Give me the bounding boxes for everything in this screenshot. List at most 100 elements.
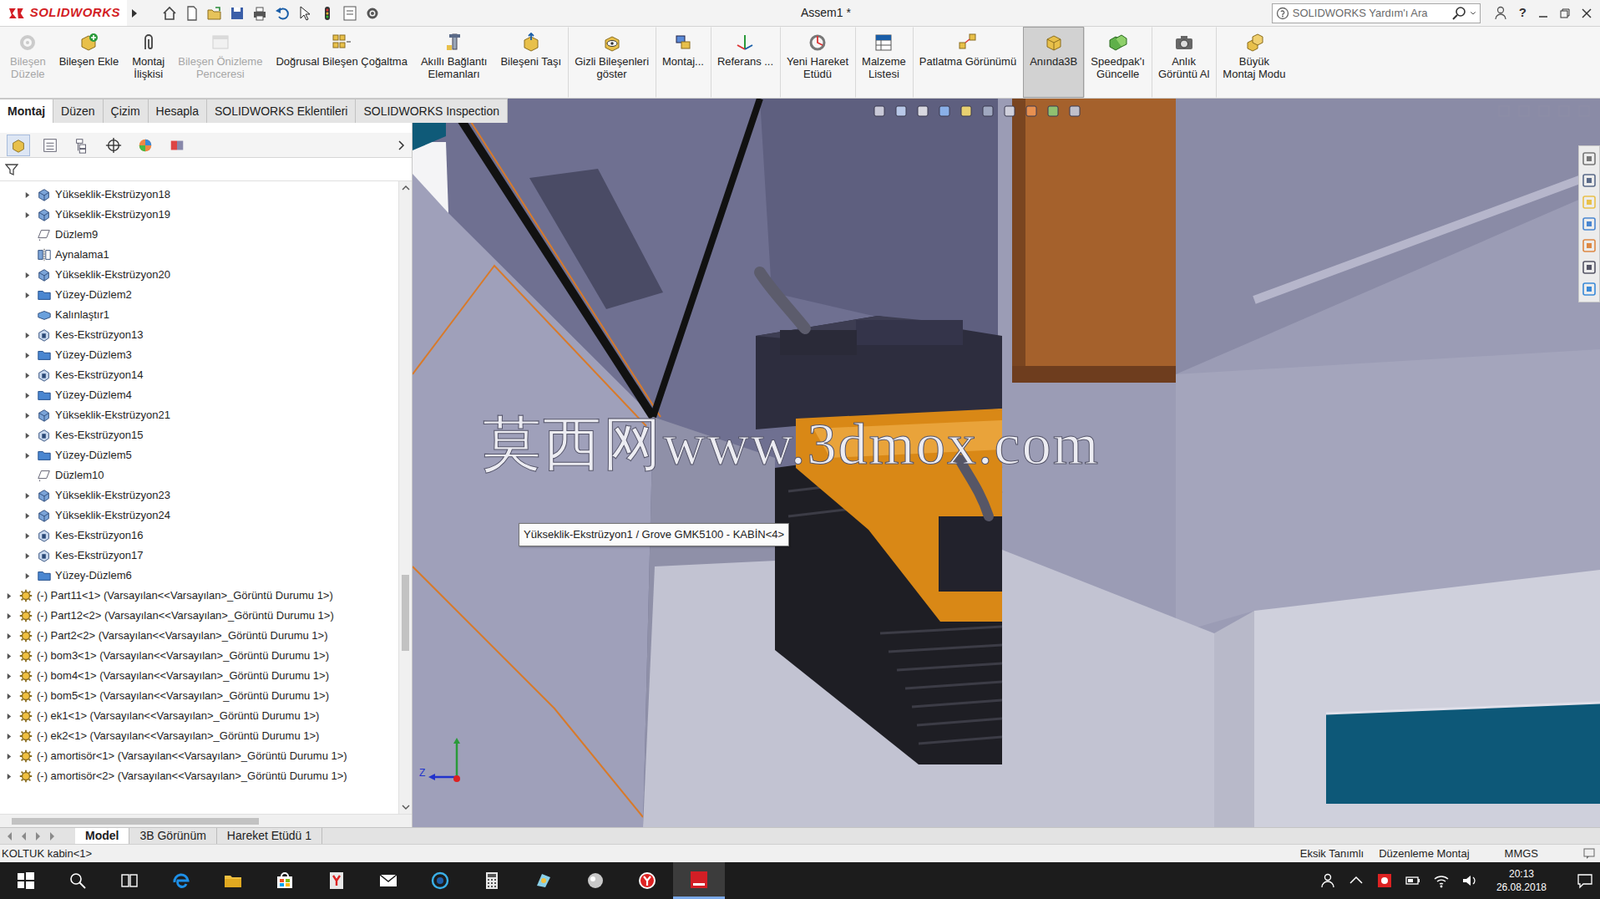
expander-box[interactable] [3, 609, 16, 622]
tree-hscroll-thumb[interactable] [11, 817, 259, 825]
expander-box[interactable] [21, 489, 34, 502]
expand-arrow-icon[interactable] [5, 592, 13, 600]
command-tab[interactable]: Hesapla [148, 98, 208, 123]
tree-row[interactable]: Kes-Ekstrüzyon14 [0, 364, 399, 385]
bill-of-materials-icon[interactable] [873, 32, 894, 53]
speedpak-icon[interactable] [1108, 32, 1129, 53]
taskbar-button[interactable] [155, 861, 208, 899]
ribbon-button[interactable]: BüyükMontaj Modu [1215, 26, 1292, 98]
antivirus-icon[interactable] [1376, 871, 1393, 889]
expander-box[interactable] [3, 689, 16, 702]
display-style-icon[interactable] [980, 103, 996, 119]
triad-icon[interactable] [426, 736, 464, 784]
expand-arrow-icon[interactable] [5, 632, 13, 640]
select-icon[interactable] [297, 5, 313, 21]
file-explorer-icon[interactable] [222, 870, 244, 891]
command-tab[interactable]: Montaj [0, 98, 54, 123]
file-properties-icon[interactable] [342, 5, 358, 21]
expander-box[interactable] [21, 509, 34, 522]
expander-box[interactable] [21, 569, 34, 582]
status-item[interactable]: MMGS [1504, 845, 1569, 862]
expand-arrow-icon[interactable] [5, 752, 13, 760]
ribbon-button[interactable]: Yeni HareketEtüdü [779, 26, 856, 98]
expander-box[interactable] [21, 208, 34, 221]
last-tab-icon[interactable] [47, 830, 57, 841]
tree-row[interactable]: Yükseklik-Ekstrüzyon18 [0, 184, 399, 205]
linear-pattern-icon[interactable] [331, 32, 352, 53]
appearance-icon[interactable] [1023, 103, 1039, 119]
expand-arrow-icon[interactable] [5, 652, 13, 660]
show-hidden-icon[interactable] [602, 32, 623, 53]
expand-arrow-icon[interactable] [24, 451, 31, 460]
expand-arrow-icon[interactable] [24, 331, 31, 340]
expander-box[interactable] [3, 769, 16, 782]
tree-scrollbar[interactable] [398, 181, 412, 814]
viewport-minimize-icon[interactable] [1538, 105, 1550, 117]
reference-geometry-icon[interactable] [734, 32, 755, 53]
expand-arrow-icon[interactable] [5, 672, 13, 680]
reference-triad[interactable]: Z [419, 736, 464, 784]
scene-icon[interactable] [1045, 103, 1061, 119]
ribbon-button[interactable]: Gizli Bileşenlerigöster [567, 26, 656, 98]
expander-box[interactable] [21, 188, 34, 201]
appearances-icon[interactable] [1581, 237, 1597, 254]
tree-row[interactable]: (-) bom4<1> (Varsayılan<<Varsayılan>_Gör… [0, 665, 399, 686]
tree-scroll-thumb[interactable] [401, 574, 410, 651]
taskbar-button[interactable] [207, 861, 259, 899]
expand-arrow-icon[interactable] [24, 271, 31, 279]
exploded-view-icon[interactable] [957, 32, 978, 53]
custom-properties-icon[interactable] [1581, 259, 1597, 275]
comment-icon[interactable] [1583, 846, 1595, 860]
paint-icon[interactable] [533, 870, 554, 891]
panel-scroll-right-icon[interactable] [397, 140, 406, 151]
taskbar-button[interactable] [517, 861, 570, 899]
ribbon-button[interactable]: Doğrusal Bileşen Çoğaltma [268, 26, 415, 98]
taskbar-button[interactable] [414, 861, 466, 899]
calculator-icon[interactable] [481, 870, 502, 891]
snapshot-icon[interactable] [1174, 32, 1195, 53]
expand-arrow-icon[interactable] [5, 772, 13, 780]
app-icon[interactable] [430, 870, 451, 891]
tree-row[interactable]: (-) amortisör<2> (Varsayılan<<Varsayılan… [0, 765, 399, 786]
ribbon-button[interactable]: AnlıkGörüntü Al [1151, 26, 1216, 98]
hide-show-icon[interactable] [1002, 103, 1018, 119]
yandex-icon[interactable] [637, 870, 658, 891]
tree-row[interactable]: (-) Part12<2> (Varsayılan<<Varsayılan>_G… [0, 605, 399, 626]
tree-row[interactable]: Yükseklik-Ekstrüzyon20 [0, 264, 399, 285]
expander-box[interactable] [21, 429, 34, 441]
expand-arrow-icon[interactable] [24, 551, 31, 560]
tree-row[interactable]: (-) bom3<1> (Varsayılan<<Varsayılan>_Gör… [0, 645, 399, 666]
expand-arrow-icon[interactable] [24, 291, 31, 299]
tree-row[interactable]: Düzlem9 [0, 224, 399, 245]
expander-box[interactable] [21, 268, 34, 281]
expand-arrow-icon[interactable] [24, 351, 31, 360]
viewport-tile-icon[interactable] [1498, 105, 1510, 117]
clock[interactable]: 20:1326.08.2018 [1489, 866, 1554, 894]
taskbar-button[interactable] [621, 861, 674, 899]
configuration-manager-icon[interactable] [73, 136, 91, 154]
cam-manager-icon[interactable] [168, 136, 186, 154]
expand-arrow-icon[interactable] [24, 431, 31, 440]
taskbar-button[interactable] [569, 861, 622, 899]
solidworks-logo[interactable]: SOLIDWORKS [0, 0, 127, 26]
prev-tab-icon[interactable] [19, 830, 29, 841]
wifi-icon[interactable] [1432, 871, 1450, 889]
expand-arrow-icon[interactable] [24, 531, 31, 540]
viewport-split-icon[interactable] [1518, 105, 1530, 117]
filter-icon[interactable] [5, 162, 19, 177]
previous-view-icon[interactable] [915, 103, 931, 119]
tree-row[interactable]: Yüzey-Düzlem5 [0, 445, 399, 466]
property-manager-icon[interactable] [41, 136, 59, 154]
tree-row[interactable]: Yükseklik-Ekstrüzyon21 [0, 405, 399, 426]
tree-row[interactable]: Yüzey-Düzlem4 [0, 384, 399, 406]
expand-arrow-icon[interactable] [5, 692, 13, 700]
taskbar-button[interactable] [673, 861, 725, 899]
tree-row[interactable]: (-) ek2<1> (Varsayılan<<Varsayılan>_Görü… [0, 725, 399, 746]
mate-icon[interactable] [138, 32, 159, 53]
solidworks-taskbar-icon[interactable] [688, 869, 709, 890]
tree-row[interactable]: Kes-Ekstrüzyon17 [0, 545, 399, 566]
mail-icon[interactable] [378, 870, 399, 891]
tray-expand-icon[interactable] [1347, 871, 1365, 889]
tree-row[interactable]: Kes-Ekstrüzyon13 [0, 324, 399, 345]
viewport-close-icon[interactable] [1578, 105, 1590, 117]
